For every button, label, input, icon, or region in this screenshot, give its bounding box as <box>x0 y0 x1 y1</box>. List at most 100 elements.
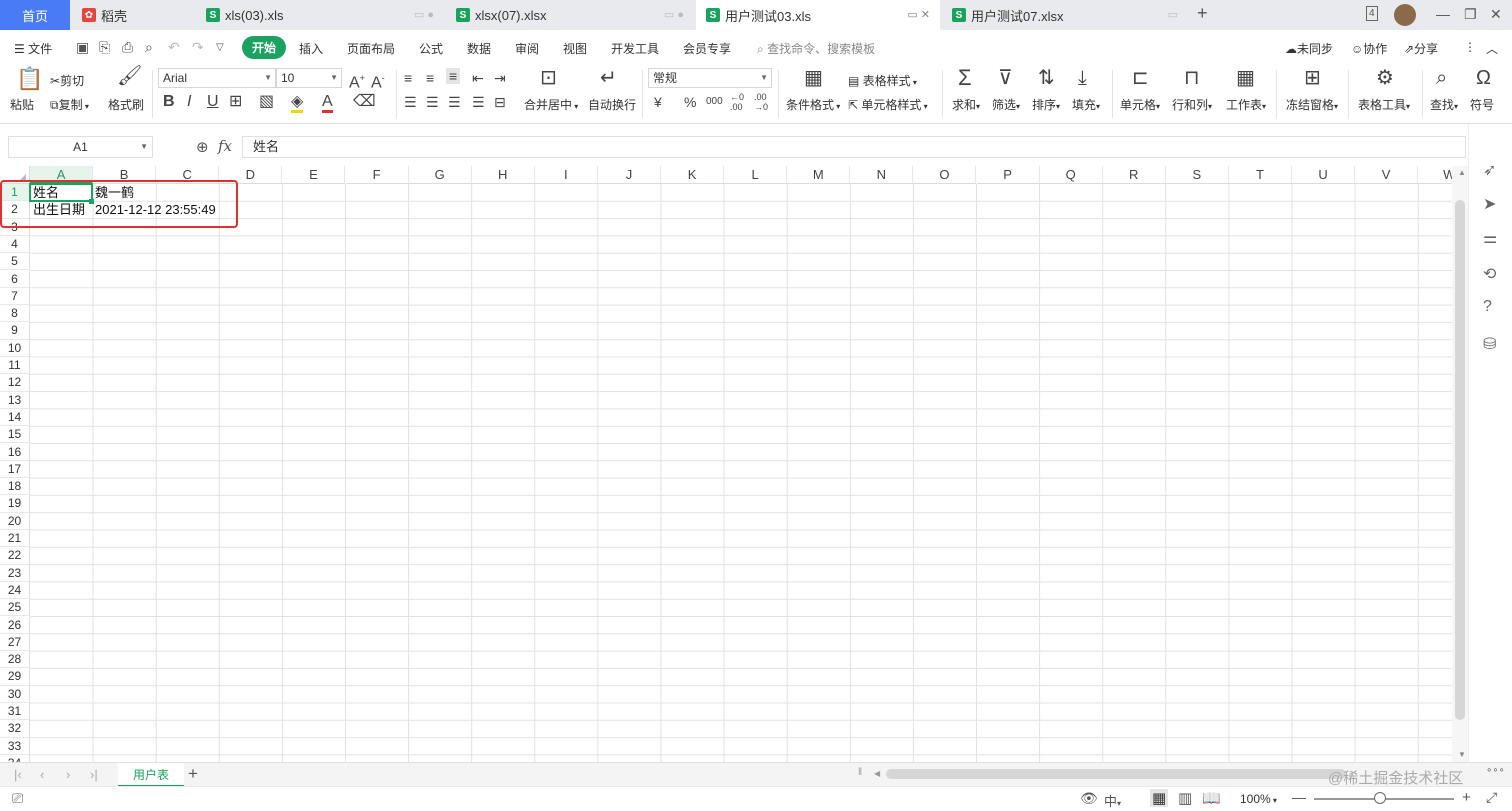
decrease-indent-icon[interactable]: ⇤ <box>472 70 484 86</box>
conditional-format-icon[interactable]: ▦ <box>804 68 823 88</box>
align-left-icon[interactable]: ☰ <box>404 94 417 110</box>
column-header-s[interactable]: S <box>1165 166 1229 184</box>
column-header-m[interactable]: M <box>787 166 851 184</box>
scroll-down-icon[interactable]: ▼ <box>1458 750 1466 759</box>
number-format-select[interactable]: 常规 ▼ <box>648 68 772 88</box>
export-pdf-icon[interactable]: ⎘ <box>99 39 110 56</box>
merge-center-button[interactable]: 合并居中 ▾ <box>524 96 578 113</box>
thousands-button[interactable]: 000 <box>706 94 723 110</box>
menu-view[interactable]: 视图 <box>563 40 587 57</box>
paste-button[interactable]: 粘贴 <box>10 96 34 113</box>
tab-file-xlsx07[interactable]: S xlsx(07).xlsx ▭ ● <box>446 0 694 30</box>
filter-button[interactable]: 筛选▾ <box>992 96 1020 113</box>
justify-icon[interactable]: ☰ <box>472 94 485 110</box>
row-header-13[interactable]: 13 <box>0 391 30 409</box>
row-col-icon[interactable]: ⊓ <box>1184 68 1200 88</box>
row-header-25[interactable]: 25 <box>0 599 30 617</box>
row-header-5[interactable]: 5 <box>0 253 30 271</box>
save-icon[interactable]: ▣ <box>76 39 89 56</box>
row-header-14[interactable]: 14 <box>0 408 30 427</box>
tab-file-xls03[interactable]: S xls(03).xls ▭ ● <box>196 0 444 30</box>
align-center-icon[interactable]: ☰ <box>426 94 439 110</box>
symbol-button[interactable]: 符号 <box>1470 96 1494 113</box>
row-header-32[interactable]: 32 <box>0 720 30 738</box>
table-tools-button[interactable]: 表格工具▾ <box>1358 96 1410 113</box>
currency-button[interactable]: ¥ <box>654 94 662 110</box>
row-col-button[interactable]: 行和列▾ <box>1172 96 1212 113</box>
column-header-u[interactable]: U <box>1292 166 1356 184</box>
help-icon[interactable]: ? <box>1483 298 1492 316</box>
sort-button[interactable]: 排序▾ <box>1032 96 1060 113</box>
share-button[interactable]: ⇗分享 <box>1404 40 1438 57</box>
row-header-12[interactable]: 12 <box>0 374 30 392</box>
tab-pin-icon[interactable]: ▭ <box>1168 8 1178 21</box>
tab-file-user07[interactable]: S 用户测试07.xlsx ▭ <box>942 0 1188 30</box>
column-header-n[interactable]: N <box>850 166 914 184</box>
column-header-r[interactable]: R <box>1102 166 1166 184</box>
command-search[interactable]: ⌕ 查找命令、搜索模板 <box>757 40 875 57</box>
fill-button[interactable]: 填充▾ <box>1072 96 1100 113</box>
font-color-icon[interactable]: A <box>322 94 333 113</box>
scroll-up-icon[interactable]: ▲ <box>1458 168 1466 177</box>
row-header-29[interactable]: 29 <box>0 668 30 686</box>
file-menu[interactable]: ☰ 文件 <box>14 40 52 57</box>
column-header-o[interactable]: O <box>913 166 977 184</box>
undo-icon[interactable]: ↶ <box>168 39 180 56</box>
row-header-20[interactable]: 20 <box>0 512 30 530</box>
zoom-out-icon[interactable]: — <box>1292 789 1306 805</box>
row-header-21[interactable]: 21 <box>0 530 30 548</box>
row-header-19[interactable]: 19 <box>0 495 30 513</box>
tab-pin-icon[interactable]: ▭ ● <box>414 8 434 21</box>
format-painter-button[interactable]: 格式刷 <box>108 96 144 113</box>
sum-button[interactable]: 求和▾ <box>952 96 980 113</box>
row-header-11[interactable]: 11 <box>0 357 30 375</box>
name-box[interactable]: A1 ▼ <box>8 136 153 158</box>
reading-view-icon[interactable]: 📖 <box>1202 789 1221 807</box>
tab-count-badge[interactable]: 4 <box>1366 6 1378 21</box>
worksheet-button[interactable]: 工作表▾ <box>1226 96 1266 113</box>
zoom-in-icon[interactable]: + <box>1462 789 1471 806</box>
sliders-icon[interactable]: ⚌ <box>1483 228 1497 248</box>
column-header-v[interactable]: V <box>1355 166 1419 184</box>
menu-review[interactable]: 审阅 <box>515 40 539 57</box>
column-header-g[interactable]: G <box>408 166 472 184</box>
row-header-22[interactable]: 22 <box>0 547 30 565</box>
column-header-q[interactable]: Q <box>1039 166 1103 184</box>
tab-close-icon[interactable]: ▭ ✕ <box>907 8 930 21</box>
cut-button[interactable]: ✂剪切 <box>50 72 84 89</box>
tab-pin-icon[interactable]: ▭ ● <box>664 8 684 21</box>
align-right-icon[interactable]: ☰ <box>448 94 461 110</box>
zoom-slider-handle[interactable] <box>1374 792 1386 804</box>
copy-button[interactable]: ⧉复制 ▾ <box>50 96 89 113</box>
row-header-30[interactable]: 30 <box>0 685 30 703</box>
find-button[interactable]: 查找▾ <box>1430 96 1458 113</box>
freeze-icon[interactable]: ⊞ <box>1304 68 1321 88</box>
column-header-w[interactable]: W <box>1418 166 1452 184</box>
sort-icon[interactable]: ⇅ <box>1038 68 1055 88</box>
sync-button[interactable]: ☁未同步 <box>1285 40 1333 57</box>
restore-icon[interactable]: ❐ <box>1464 6 1477 23</box>
filter-icon[interactable]: ⊽ <box>998 68 1013 88</box>
input-mode-button[interactable]: 中▾ <box>1104 791 1121 810</box>
new-tab-button[interactable]: + <box>1197 3 1208 24</box>
increase-decimal-button[interactable]: ←0 .00 <box>730 92 750 112</box>
column-header-i[interactable]: I <box>534 166 598 184</box>
row-header-28[interactable]: 28 <box>0 651 30 669</box>
worksheet-icon[interactable]: ▦ <box>1236 68 1255 88</box>
sum-icon[interactable]: Σ <box>958 67 972 89</box>
column-header-k[interactable]: K <box>661 166 725 184</box>
cells-button[interactable]: 单元格▾ <box>1120 96 1160 113</box>
align-middle-icon[interactable]: ≡ <box>426 70 434 86</box>
tab-file-user03[interactable]: S 用户测试03.xls ▭ ✕ <box>696 0 940 30</box>
row-header-24[interactable]: 24 <box>0 581 30 600</box>
column-header-h[interactable]: H <box>471 166 535 184</box>
row-header-10[interactable]: 10 <box>0 339 30 357</box>
column-header-e[interactable]: E <box>282 166 346 184</box>
menu-formula[interactable]: 公式 <box>419 40 443 57</box>
border-icon[interactable]: ⊞ <box>229 94 242 110</box>
avatar[interactable] <box>1394 4 1416 26</box>
row-header-4[interactable]: 4 <box>0 235 30 254</box>
increase-indent-icon[interactable]: ⇥ <box>494 70 506 86</box>
insert-function-button[interactable]: fx <box>218 137 232 155</box>
eye-protection-icon[interactable]: 👁 <box>1080 790 1098 807</box>
